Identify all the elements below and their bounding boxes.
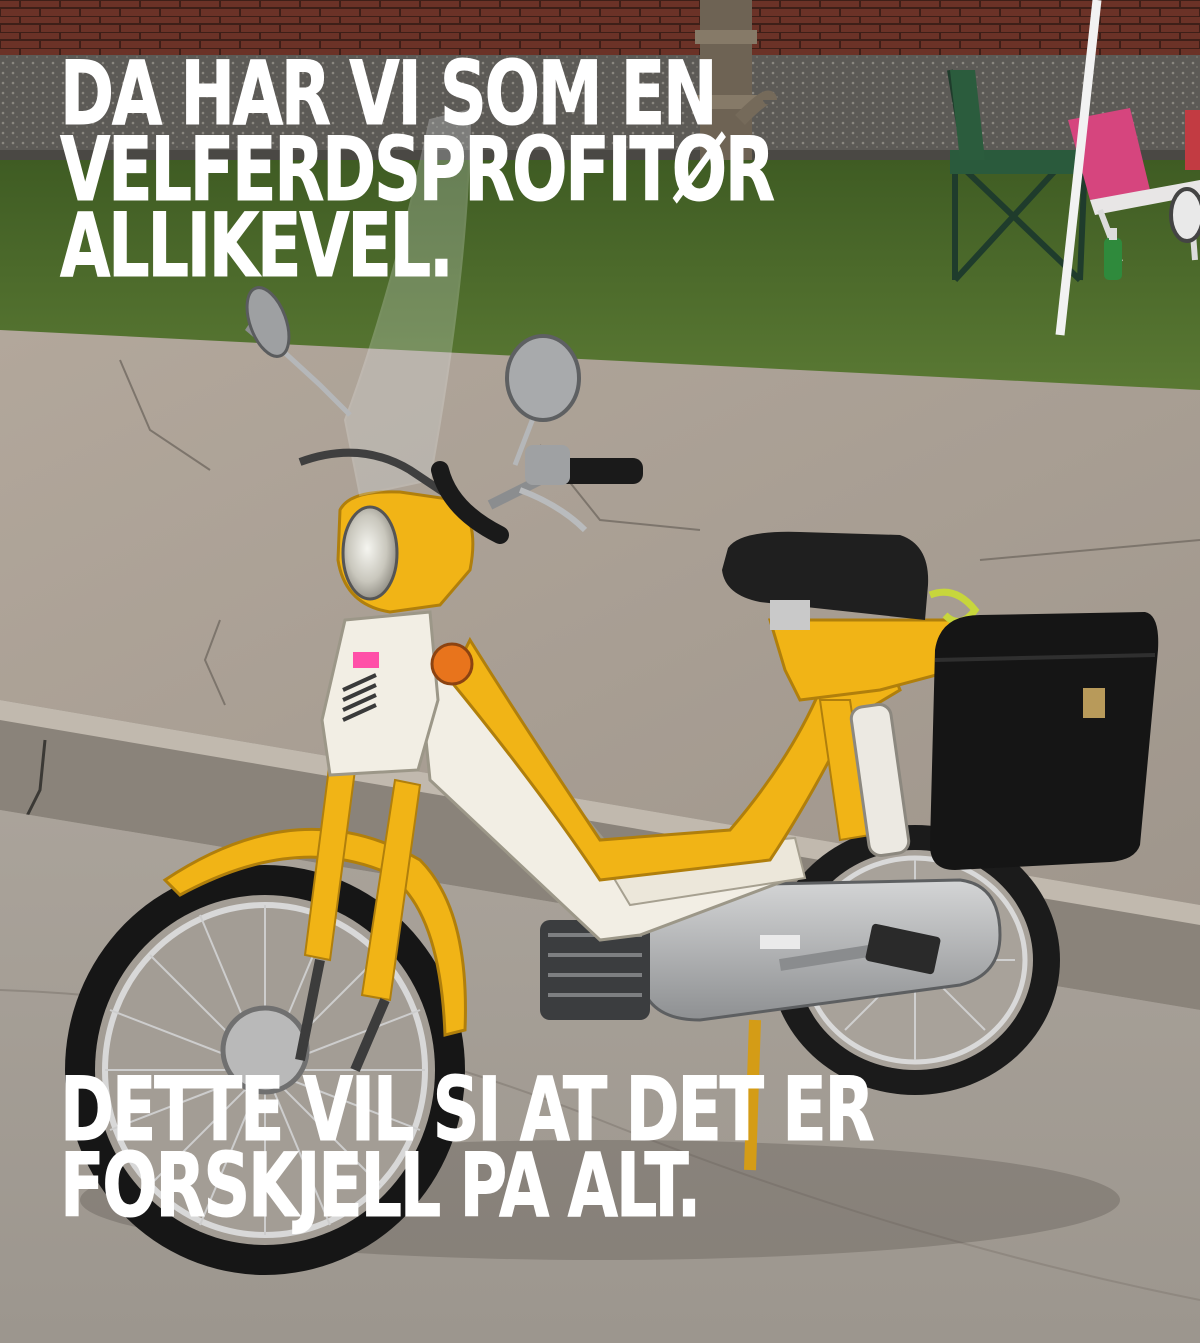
meme-image: DA HAR VI SOM EN VELFERDSPROFITØR ALLIKE… bbox=[0, 0, 1200, 1343]
bottom-caption: DETTE VIL SI AT DET ER FORSKJELL PA ALT. bbox=[60, 1065, 875, 1230]
saddlebag bbox=[930, 612, 1159, 870]
top-caption: DA HAR VI SOM EN VELFERDSPROFITØR ALLIKE… bbox=[60, 49, 776, 290]
headlight bbox=[341, 505, 399, 601]
